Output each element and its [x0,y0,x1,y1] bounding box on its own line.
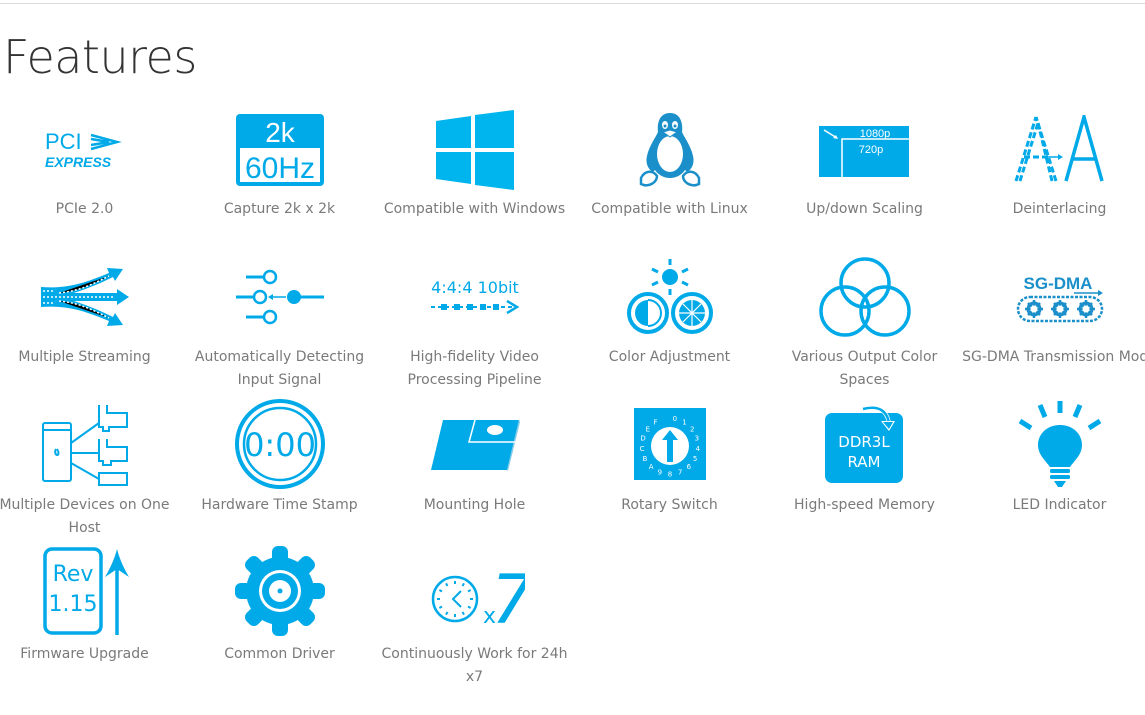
feature-label: Color Adjustment [608,349,731,365]
rotary-digit: 4 [695,445,700,453]
feature-label: Up/down Scaling [806,201,923,217]
rotary-digit: 9 [657,469,661,477]
rotary-switch-icon: 0123 4 56789ABCDEF [572,399,767,489]
scaling-icon: 1080p 720p [767,105,962,195]
firmware-rev-text: Rev [52,562,93,587]
input-signal-icon [182,252,377,342]
deinterlacing-icon [962,105,1145,195]
pcie-text: PCI [45,129,82,154]
clock-tick [438,605,442,609]
firmware-version-text: 1.15 [48,592,97,617]
multiple-streaming-icon [0,252,182,342]
rotary-digit: 5 [692,455,696,463]
continuous-work-icon: x 7 [377,546,572,636]
feature-label: PCIe 2.0 [55,201,114,217]
color-adjustment-icon [572,252,767,342]
feature-label: Automatically Detecting Input Signal [194,349,365,388]
rotary-digit: 1 [682,419,686,427]
feature-label: Multiple Streaming [18,349,151,365]
clock-tick [438,589,442,593]
windows-icon [377,105,572,195]
multiple-devices-icon [0,399,182,489]
feature-label: Capture 2k x 2k [223,201,336,217]
continuous-7-text: 7 [491,561,525,631]
feature-label: Multiple Devices on One Host [0,497,170,536]
rotary-digit: 8 [667,471,671,479]
scaling-720p-text: 720p [858,144,882,156]
feature-label: Rotary Switch [621,497,718,513]
sg-dma-icon: SG-DMA [962,252,1145,342]
sg-dma-text: SG-DMA [1023,274,1092,293]
rotary-digit: 6 [686,463,691,471]
rotary-digit: D [640,435,645,443]
feature-label: SG-DMA Transmission Mode [962,349,1145,365]
feature-label: Mounting Hole [423,497,526,513]
rotary-digit: F [653,419,657,427]
common-driver-icon [182,546,377,636]
time-stamp-icon: 0:00 [182,399,377,489]
capture-2k-icon: 2k 60Hz [182,105,377,195]
page-title: Features [3,30,197,84]
time-stamp-text: 0:00 [244,426,316,464]
clock-tick [444,611,448,616]
feature-label: Hardware Time Stamp [201,497,358,513]
clock-tick [461,582,465,587]
feature-label: Deinterlacing [1012,201,1107,217]
capture-60hz-text: 60Hz [244,152,314,185]
pipeline-icon: 4:4:4 10bit [377,252,572,342]
memory-ddr3l-text: DDR3L [838,433,890,451]
color-spaces-icon [767,252,962,342]
feature-label: Firmware Upgrade [20,646,149,662]
rotary-digit: 2 [689,426,693,434]
led-indicator-icon [962,399,1145,489]
rotary-digit: 0 [672,415,676,423]
feature-label: Continuously Work for 24h x7 [381,646,568,685]
express-text: EXPRESS [45,154,112,170]
feature-label: Various Output Color Spaces [791,349,938,388]
pipeline-text: 4:4:4 10bit [431,278,519,297]
rotary-digit: E [645,426,649,434]
scaling-1080p-text: 1080p [859,128,890,140]
rotary-digit: 7 [677,469,681,477]
clock-tick [461,611,465,616]
top-divider [0,3,1145,4]
rotary-digit: B [642,455,647,463]
mounting-hole-icon [377,399,572,489]
feature-label: High-speed Memory [794,497,935,513]
capture-2k-text: 2k [265,117,296,148]
rotary-digit: A [648,463,653,471]
pcie-icon: PCI EXPRESS [0,105,182,195]
feature-label: Common Driver [224,646,335,662]
clock-tick [467,589,471,593]
feature-label: Compatible with Linux [591,201,748,217]
linux-icon [572,105,767,195]
rotary-digit: C [639,445,644,453]
feature-label: Compatible with Windows [383,201,566,217]
memory-icon: DDR3L RAM [767,399,962,489]
memory-ram-text: RAM [847,453,880,471]
feature-label: High-fidelity Video Processing Pipeline [407,349,542,388]
feature-label: LED Indicator [1012,497,1107,513]
clock-tick [444,582,448,587]
clock-tick [467,605,471,609]
rotary-digit: 3 [694,435,698,443]
firmware-upgrade-icon: Rev 1.15 [0,546,182,636]
